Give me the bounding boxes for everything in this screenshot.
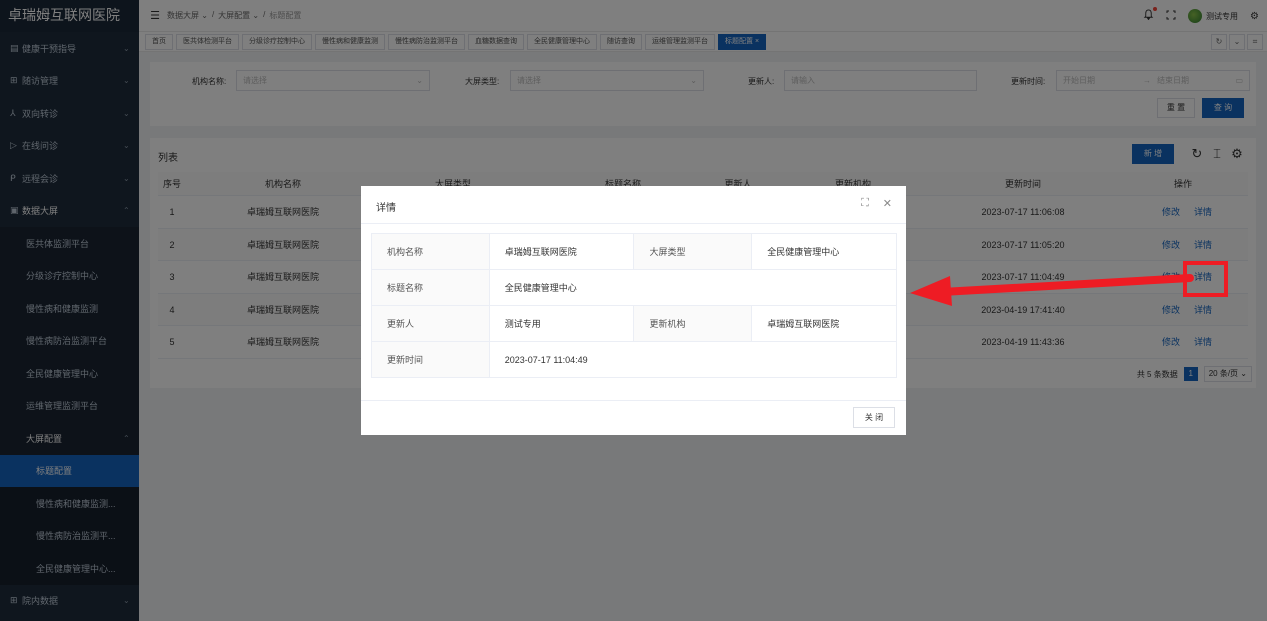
time-label: 更新时间	[371, 341, 490, 378]
close-button[interactable]: 关 闭	[853, 407, 895, 428]
detail-dialog: 详情 ⛶ ✕ 机构名称 卓瑞姆互联网医院 大屏类型 全民健康管理中心 标题名称 …	[361, 186, 906, 435]
update-org-label: 更新机构	[633, 305, 753, 342]
updater-label: 更新人	[371, 305, 490, 342]
title-label: 标题名称	[371, 269, 490, 306]
org-label: 机构名称	[371, 233, 490, 270]
annotation-arrow-icon	[910, 274, 1194, 306]
dialog-title: 详情	[376, 203, 396, 214]
maximize-icon[interactable]: ⛶	[861, 197, 869, 210]
org-value: 卓瑞姆互联网医院	[488, 233, 635, 270]
close-icon[interactable]: ✕	[883, 197, 892, 210]
time-value: 2023-07-17 11:04:49	[488, 341, 898, 378]
updater-value: 测试专用	[488, 305, 635, 342]
title-value: 全民健康管理中心	[488, 269, 898, 306]
type-label: 大屏类型	[633, 233, 753, 270]
detail-table: 机构名称 卓瑞姆互联网医院 大屏类型 全民健康管理中心 标题名称 全民健康管理中…	[371, 233, 898, 378]
type-value: 全民健康管理中心	[751, 233, 897, 270]
update-org-value: 卓瑞姆互联网医院	[751, 305, 897, 342]
